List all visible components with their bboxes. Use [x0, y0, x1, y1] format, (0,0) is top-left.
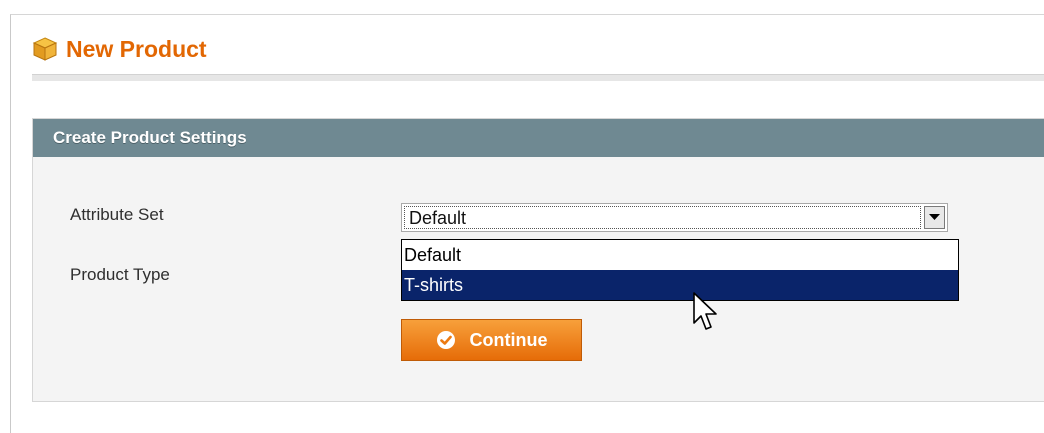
attribute-set-label: Attribute Set — [70, 205, 164, 224]
continue-button[interactable]: Continue — [401, 319, 582, 361]
option-t-shirts[interactable]: T-shirts — [402, 270, 958, 300]
section-title: Create Product Settings — [33, 119, 1044, 157]
create-product-settings-panel: Create Product Settings Attribute Set Pr… — [32, 118, 1044, 402]
continue-label: Continue — [469, 329, 548, 350]
option-default[interactable]: Default — [402, 240, 958, 270]
attribute-set-select[interactable]: Default — [401, 203, 948, 232]
product-box-icon — [32, 37, 58, 61]
check-icon — [436, 331, 455, 349]
page-header: New Product — [32, 34, 207, 64]
product-type-label: Product Type — [70, 265, 170, 284]
attribute-set-selected-value: Default — [404, 206, 921, 229]
attribute-set-options: Default T-shirts — [401, 239, 959, 301]
page-title: New Product — [66, 35, 207, 62]
dropdown-arrow-icon[interactable] — [924, 206, 945, 229]
header-divider — [32, 74, 1044, 81]
mouse-cursor-icon — [693, 292, 717, 330]
